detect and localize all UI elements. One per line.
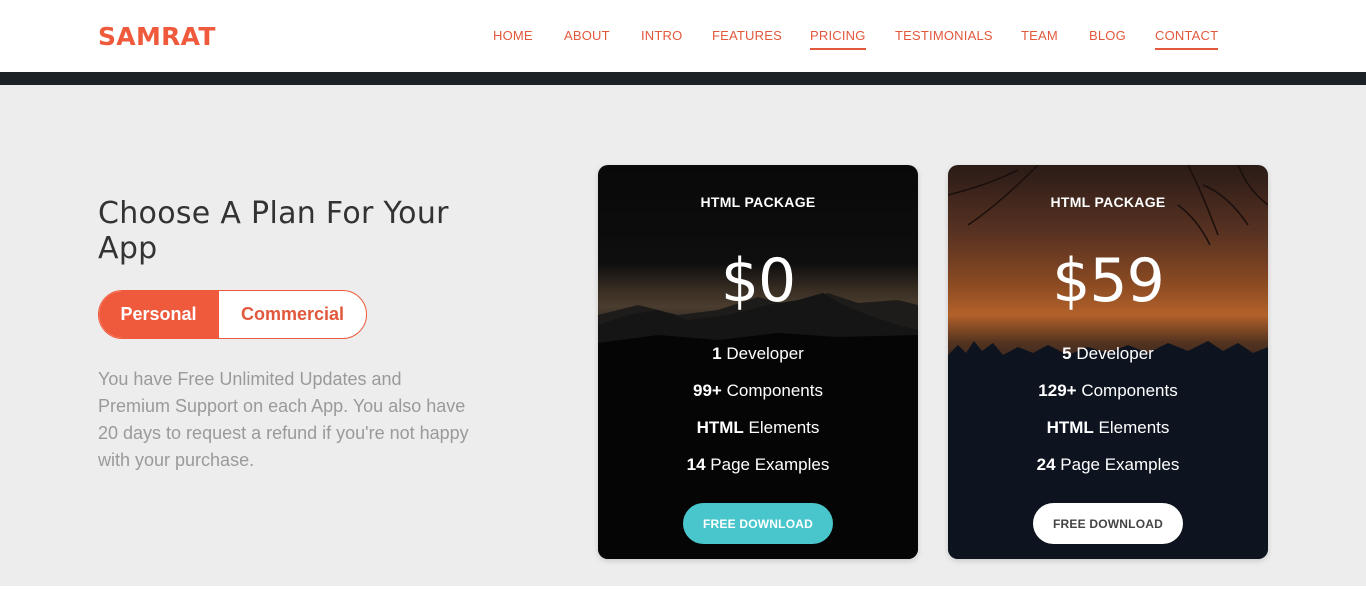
nav-intro[interactable]: INTRO xyxy=(641,28,682,43)
nav-testimonials[interactable]: TESTIMONIALS xyxy=(895,28,993,43)
feature-label: Components xyxy=(1081,381,1178,400)
pricing-description: You have Free Unlimited Updates and Prem… xyxy=(98,369,469,470)
feature-value: 129+ xyxy=(1038,381,1077,400)
feature-item: HTML Elements xyxy=(948,417,1268,454)
feature-value: 1 xyxy=(712,344,722,363)
feature-value: 99+ xyxy=(693,381,722,400)
feature-label: Page Examples xyxy=(1060,455,1180,474)
nav-blog[interactable]: BLOG xyxy=(1089,28,1126,43)
feature-value: 14 xyxy=(686,455,706,474)
pricing-card-paid: HTML PACKAGE $59 5 Developer 129+ Compon… xyxy=(948,165,1268,559)
price: $0 xyxy=(720,246,796,316)
feature-label: Components xyxy=(726,381,823,400)
feature-item: 99+ Components xyxy=(598,380,918,417)
nav-team[interactable]: TEAM xyxy=(1021,28,1058,43)
feature-list: 1 Developer 99+ Components HTML Elements… xyxy=(598,343,918,491)
header-divider-bar xyxy=(0,72,1366,85)
feature-item: 129+ Components xyxy=(948,380,1268,417)
price: $59 xyxy=(1052,246,1165,316)
nav-contact[interactable]: CONTACT xyxy=(1155,28,1219,50)
toggle-commercial[interactable]: Commercial xyxy=(218,291,366,338)
feature-label: Elements xyxy=(748,418,820,437)
feature-item: 5 Developer xyxy=(948,343,1268,380)
nav-home[interactable]: HOME xyxy=(493,28,533,43)
main-nav: HOME ABOUT INTRO FEATURES PRICING TESTIM… xyxy=(0,28,1366,52)
package-name: HTML PACKAGE xyxy=(700,194,816,210)
feature-value: 24 xyxy=(1036,455,1056,474)
feature-label: Developer xyxy=(1076,344,1154,363)
feature-item: 1 Developer xyxy=(598,343,918,380)
feature-list: 5 Developer 129+ Components HTML Element… xyxy=(948,343,1268,491)
feature-label: Developer xyxy=(726,344,804,363)
package-name: HTML PACKAGE xyxy=(1050,194,1166,210)
nav-about[interactable]: ABOUT xyxy=(564,28,610,43)
site-header: SAMRAT HOME ABOUT INTRO FEATURES PRICING… xyxy=(0,0,1366,72)
feature-value: 5 xyxy=(1062,344,1072,363)
feature-item: HTML Elements xyxy=(598,417,918,454)
pricing-card-free: HTML PACKAGE $0 1 Developer 99+ Componen… xyxy=(598,165,918,559)
feature-label: Page Examples xyxy=(710,455,830,474)
plan-toggle: Personal Commercial xyxy=(98,290,367,339)
free-download-button[interactable]: FREE DOWNLOAD xyxy=(1033,503,1183,544)
feature-value: HTML xyxy=(696,418,744,437)
feature-value: HTML xyxy=(1046,418,1094,437)
nav-features[interactable]: FEATURES xyxy=(712,28,782,43)
feature-label: Elements xyxy=(1098,418,1170,437)
feature-item: 24 Page Examples xyxy=(948,454,1268,491)
toggle-personal[interactable]: Personal xyxy=(99,291,218,338)
pricing-heading: Choose A Plan For Your App xyxy=(98,196,449,266)
nav-pricing[interactable]: PRICING xyxy=(810,28,866,50)
free-download-button[interactable]: FREE DOWNLOAD xyxy=(683,503,833,544)
feature-item: 14 Page Examples xyxy=(598,454,918,491)
